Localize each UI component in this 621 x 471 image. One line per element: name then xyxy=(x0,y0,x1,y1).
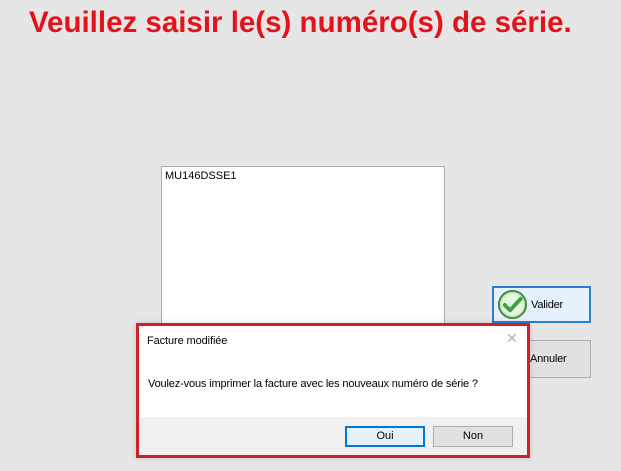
page-title: Veuillez saisir le(s) numéro(s) de série… xyxy=(29,6,572,39)
cancel-label: Annuler xyxy=(530,353,567,365)
yes-button[interactable]: Oui xyxy=(345,426,425,447)
dialog-message: Voulez-vous imprimer la facture avec les… xyxy=(148,378,478,390)
close-icon[interactable]: ✕ xyxy=(504,331,520,347)
validate-button[interactable]: Valider xyxy=(492,286,591,323)
no-button[interactable]: Non xyxy=(433,426,513,447)
confirm-dialog: Facture modifiée ✕ Voulez-vous imprimer … xyxy=(136,323,530,458)
dialog-body: Voulez-vous imprimer la facture avec les… xyxy=(139,356,527,417)
dialog-titlebar: Facture modifiée ✕ xyxy=(139,326,527,356)
validate-label: Valider xyxy=(531,299,564,311)
dialog-footer: Oui Non xyxy=(139,417,527,455)
checkmark-icon xyxy=(497,289,528,320)
dialog-title: Facture modifiée xyxy=(147,335,228,347)
